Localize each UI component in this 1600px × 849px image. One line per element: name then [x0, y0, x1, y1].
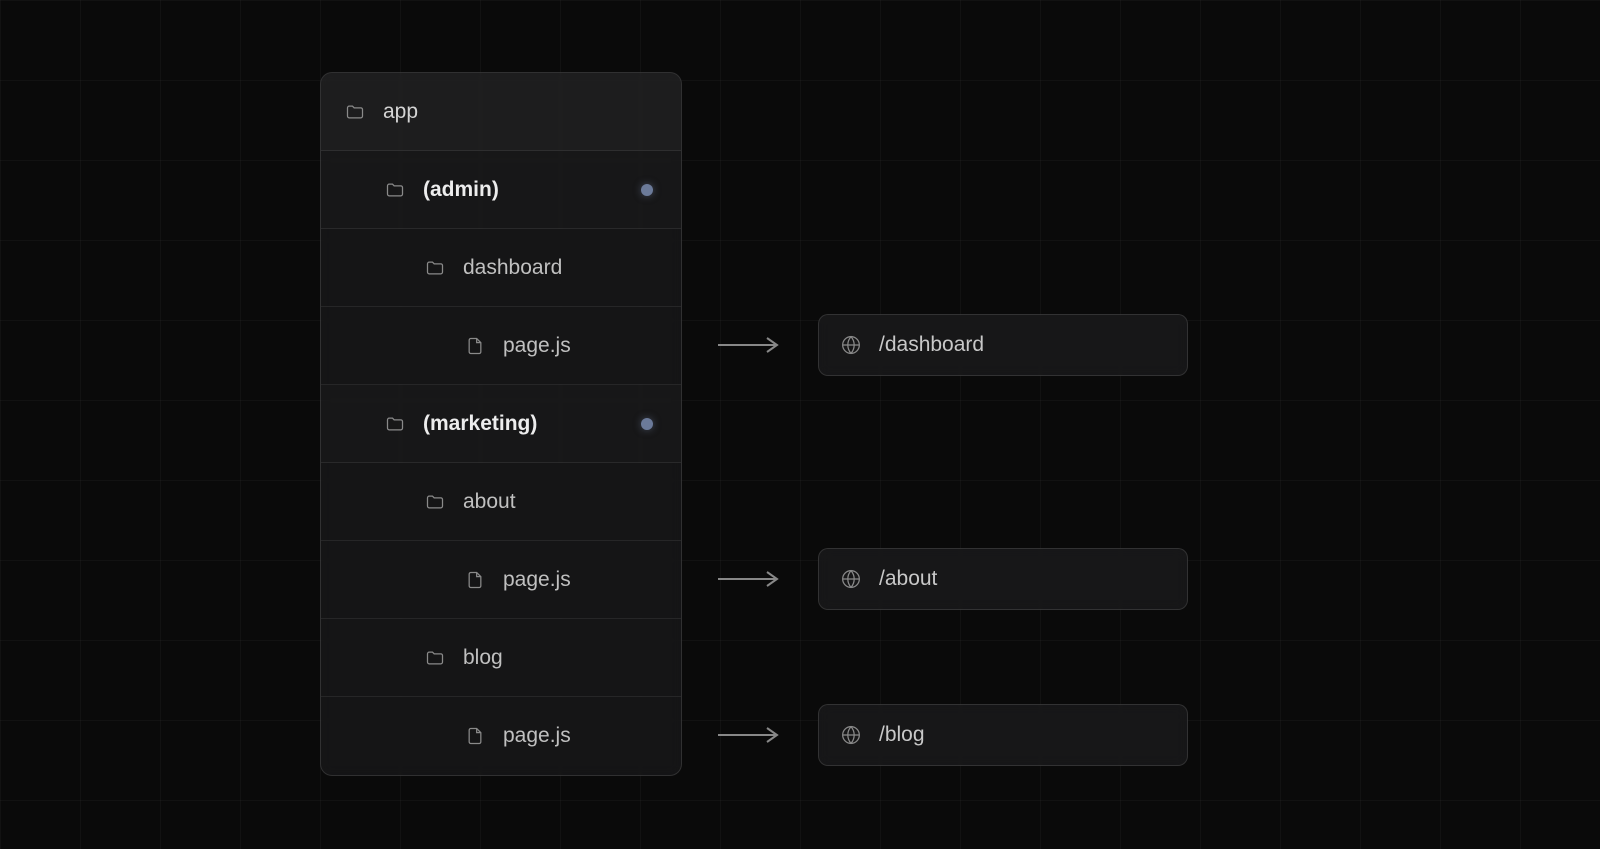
tree-file-label: page.js: [503, 334, 681, 358]
arrow-icon: [682, 306, 818, 384]
folder-icon: [425, 648, 445, 668]
tree-file-label: page.js: [503, 568, 681, 592]
folder-icon: [345, 102, 365, 122]
url-text: /dashboard: [879, 333, 984, 357]
folder-icon: [385, 414, 405, 434]
tree-file-dashboard-page: page.js: [321, 307, 681, 385]
globe-icon: [841, 335, 861, 355]
folder-icon: [425, 258, 445, 278]
tree-folder-dashboard: dashboard: [321, 229, 681, 307]
tree-root-label: app: [383, 100, 681, 124]
url-text: /blog: [879, 723, 925, 747]
url-box-dashboard: /dashboard: [818, 314, 1188, 376]
file-icon: [465, 570, 485, 590]
folder-icon: [385, 180, 405, 200]
tree-folder-blog: blog: [321, 619, 681, 697]
url-box-blog: /blog: [818, 704, 1188, 766]
tree-file-about-page: page.js: [321, 541, 681, 619]
file-icon: [465, 726, 485, 746]
file-tree-panel: app (admin) dashboard page.js (marketing…: [320, 72, 682, 776]
tree-folder-about: about: [321, 463, 681, 541]
globe-icon: [841, 569, 861, 589]
url-text: /about: [879, 567, 937, 591]
globe-icon: [841, 725, 861, 745]
file-icon: [465, 336, 485, 356]
arrow-icon: [682, 696, 818, 774]
arrow-icon: [682, 540, 818, 618]
tree-group-marketing: (marketing): [321, 385, 681, 463]
group-dot-indicator: [641, 184, 653, 196]
folder-icon: [425, 492, 445, 512]
arrow-column: [682, 72, 818, 774]
url-box-about: /about: [818, 548, 1188, 610]
tree-folder-label: about: [463, 490, 681, 514]
diagram-container: app (admin) dashboard page.js (marketing…: [0, 0, 1600, 776]
group-dot-indicator: [641, 418, 653, 430]
tree-root: app: [321, 73, 681, 151]
tree-folder-label: dashboard: [463, 256, 681, 280]
tree-file-label: page.js: [503, 724, 681, 748]
tree-folder-label: blog: [463, 646, 681, 670]
tree-file-blog-page: page.js: [321, 697, 681, 775]
url-column: /dashboard /about /blog: [818, 72, 1188, 774]
tree-group-admin: (admin): [321, 151, 681, 229]
